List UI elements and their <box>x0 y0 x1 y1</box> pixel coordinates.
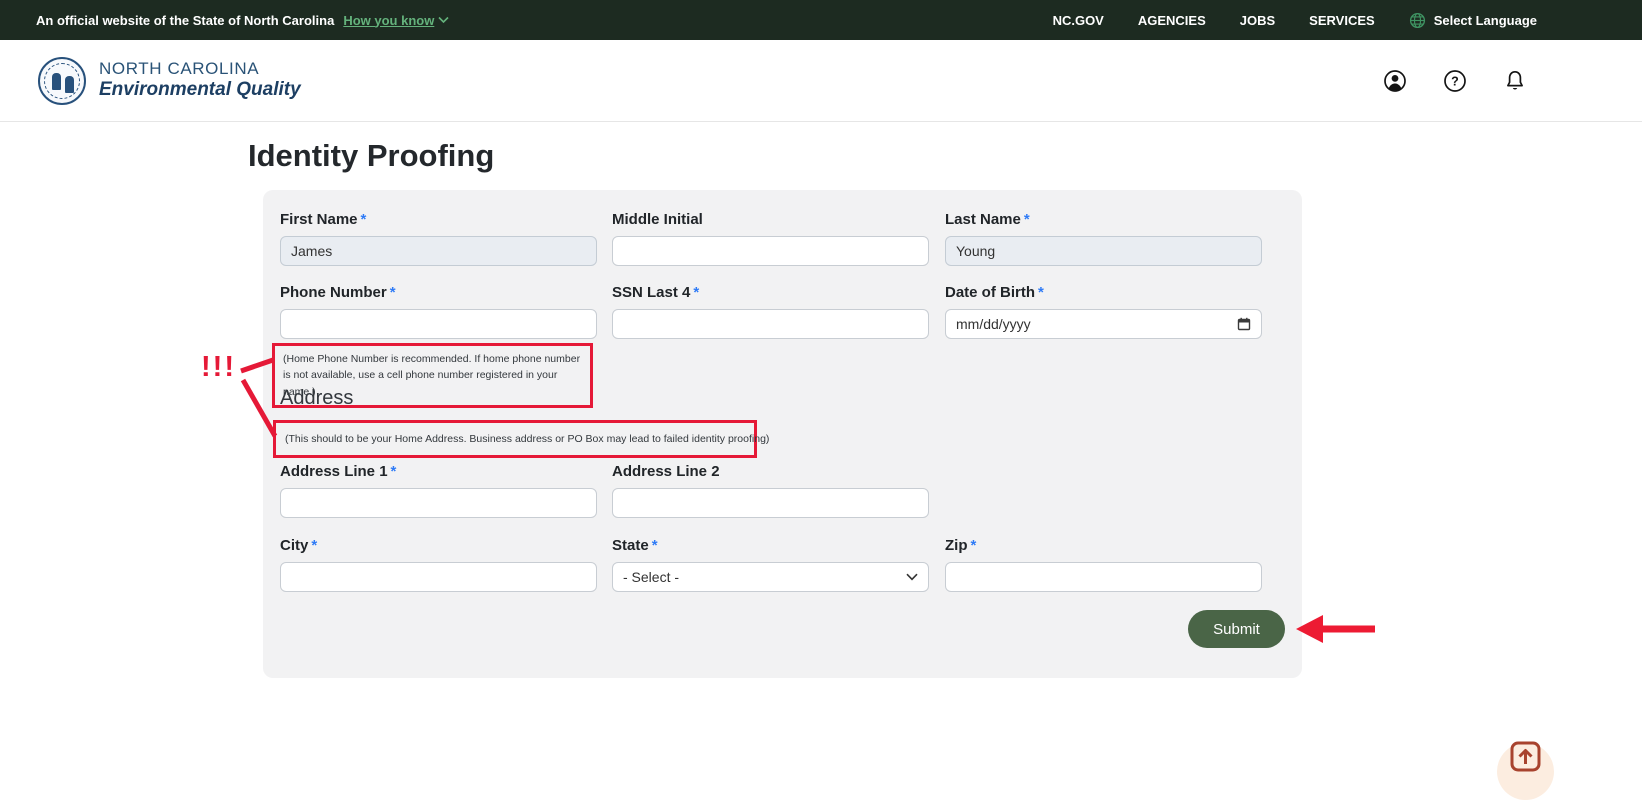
required-asterisk: * <box>390 284 396 301</box>
phone-number-label: Phone Number* <box>280 284 597 301</box>
submit-arrow-tail <box>1321 626 1375 633</box>
date-of-birth-field: Date of Birth* mm/dd/yyyy <box>945 284 1262 339</box>
site-header: NORTH CAROLINA Environmental Quality ? <box>0 40 1642 122</box>
city-input[interactable] <box>280 562 597 592</box>
address-line2-field: Address Line 2 <box>612 463 929 518</box>
city-label: City* <box>280 537 597 554</box>
required-asterisk: * <box>652 537 658 554</box>
address-line1-input[interactable] <box>280 488 597 518</box>
chevron-down-icon <box>438 16 449 24</box>
state-label: State* <box>612 537 929 554</box>
last-name-field: Last Name* <box>945 211 1262 266</box>
required-asterisk: * <box>311 537 317 554</box>
select-language-label: Select Language <box>1434 13 1537 28</box>
exclamation-annotation: !!! <box>201 351 236 384</box>
date-of-birth-input[interactable]: mm/dd/yyyy <box>945 309 1262 339</box>
state-select[interactable]: - Select - <box>612 562 929 592</box>
select-language-button[interactable]: Select Language <box>1409 12 1537 29</box>
gov-bar: An official website of the State of Nort… <box>0 0 1642 40</box>
phone-number-field: Phone Number* <box>280 284 597 339</box>
chevron-down-icon <box>906 573 918 581</box>
nav-link-jobs[interactable]: JOBS <box>1240 13 1275 28</box>
address-line1-field: Address Line 1* <box>280 463 597 518</box>
scroll-to-top-button[interactable] <box>1497 743 1554 800</box>
zip-input[interactable] <box>945 562 1262 592</box>
address-note-annotation: (This should to be your Home Address. Bu… <box>273 420 757 458</box>
nav-link-ncgov[interactable]: NC.GOV <box>1053 13 1104 28</box>
required-asterisk: * <box>693 284 699 301</box>
ssn-last4-field: SSN Last 4* <box>612 284 929 339</box>
ssn-last4-label: SSN Last 4* <box>612 284 929 301</box>
nav-link-services[interactable]: SERVICES <box>1309 13 1375 28</box>
globe-icon <box>1409 12 1426 29</box>
address-line1-label: Address Line 1* <box>280 463 597 480</box>
middle-initial-input[interactable] <box>612 236 929 266</box>
required-asterisk: * <box>1038 284 1044 301</box>
submit-button[interactable]: Submit <box>1188 610 1285 648</box>
date-placeholder: mm/dd/yyyy <box>956 316 1031 332</box>
agency-name-line1: NORTH CAROLINA <box>99 60 301 79</box>
date-of-birth-label: Date of Birth* <box>945 284 1262 301</box>
last-name-label: Last Name* <box>945 211 1262 228</box>
phone-number-input[interactable] <box>280 309 597 339</box>
how-you-know-label: How you know <box>343 13 434 28</box>
address-line2-input[interactable] <box>612 488 929 518</box>
phone-note-annotation: (Home Phone Number is recommended. If ho… <box>272 343 593 408</box>
nav-link-agencies[interactable]: AGENCIES <box>1138 13 1206 28</box>
help-icon[interactable]: ? <box>1443 69 1467 93</box>
state-field: State* - Select - <box>612 537 929 592</box>
city-field: City* <box>280 537 597 592</box>
last-name-input[interactable] <box>945 236 1262 266</box>
first-name-field: First Name* <box>280 211 597 266</box>
account-icon[interactable] <box>1383 69 1407 93</box>
how-you-know-link[interactable]: How you know <box>343 13 449 28</box>
ssn-last4-input[interactable] <box>612 309 929 339</box>
notifications-bell-icon[interactable] <box>1503 69 1527 93</box>
page: An official website of the State of Nort… <box>0 0 1642 800</box>
zip-field: Zip* <box>945 537 1262 592</box>
required-asterisk: * <box>391 463 397 480</box>
scroll-to-top-icon <box>1510 741 1541 772</box>
agency-name-line2: Environmental Quality <box>99 79 301 101</box>
nc-state-seal-logo <box>38 57 86 105</box>
calendar-icon <box>1237 317 1251 331</box>
required-asterisk: * <box>1024 211 1030 228</box>
official-website-text: An official website of the State of Nort… <box>36 13 334 28</box>
required-asterisk: * <box>971 537 977 554</box>
first-name-input[interactable] <box>280 236 597 266</box>
first-name-label: First Name* <box>280 211 597 228</box>
address-line2-label: Address Line 2 <box>612 463 929 480</box>
zip-label: Zip* <box>945 537 1262 554</box>
agency-name: NORTH CAROLINA Environmental Quality <box>99 60 301 101</box>
page-title: Identity Proofing <box>248 138 494 174</box>
middle-initial-label: Middle Initial <box>612 211 929 228</box>
required-asterisk: * <box>361 211 367 228</box>
middle-initial-field: Middle Initial <box>612 211 929 266</box>
state-selected-value: - Select - <box>623 569 679 585</box>
svg-text:?: ? <box>1451 74 1459 88</box>
